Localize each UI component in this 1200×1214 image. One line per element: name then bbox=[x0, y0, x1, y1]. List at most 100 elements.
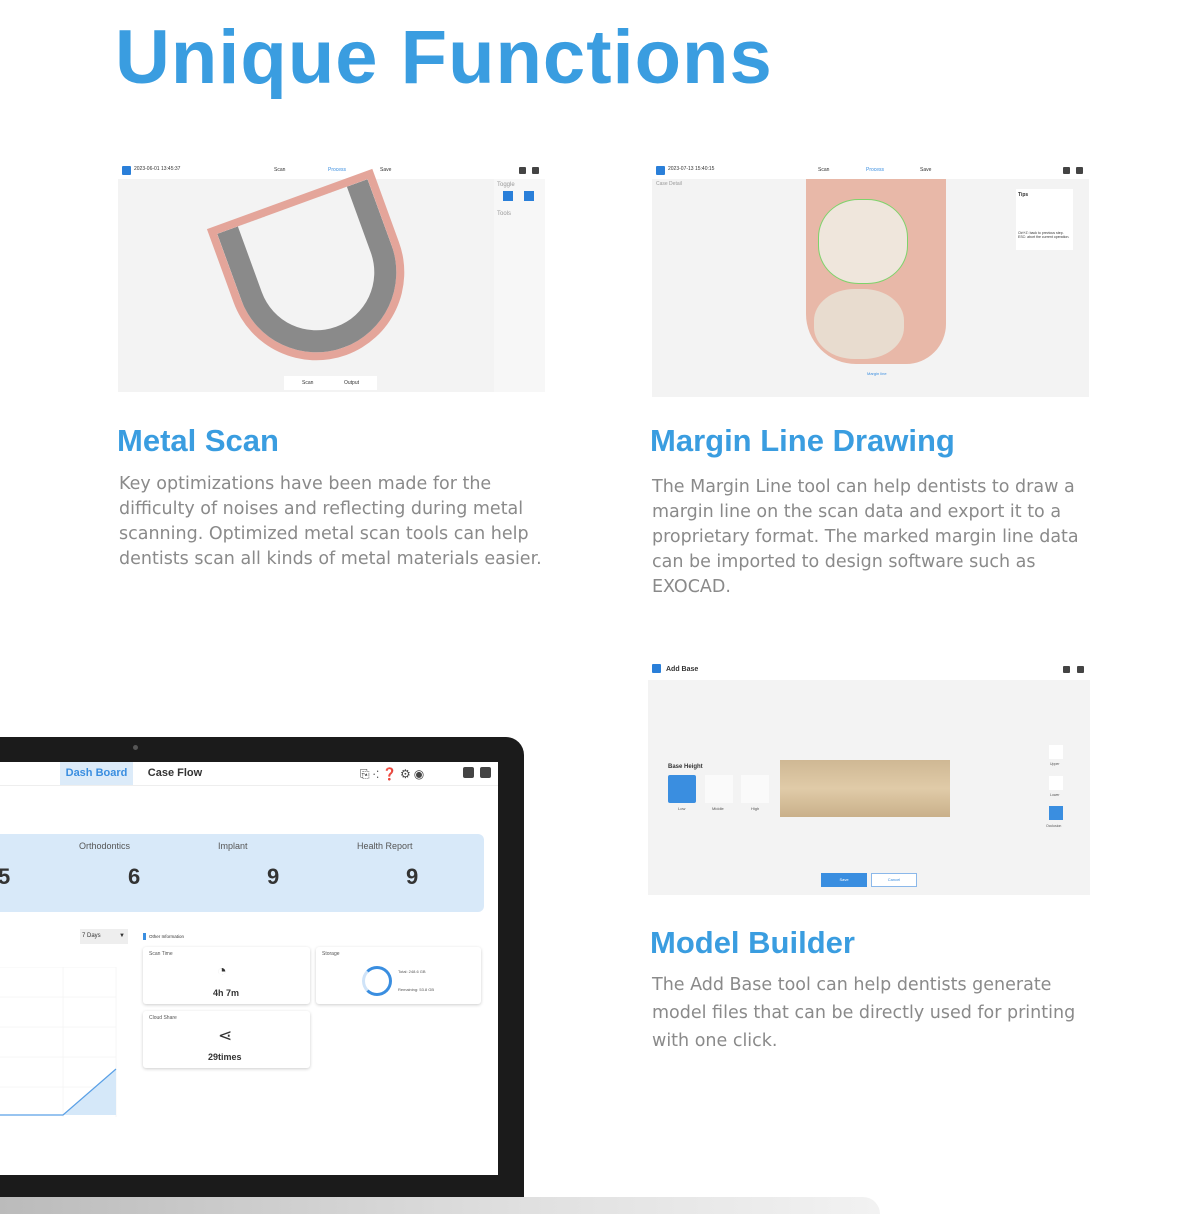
smooth-button[interactable] bbox=[524, 191, 534, 201]
true-color-button[interactable] bbox=[503, 191, 513, 201]
step-save[interactable]: Save bbox=[380, 167, 391, 173]
scan-datetime: 2023-07-13 15:40:15 bbox=[668, 166, 715, 172]
minimize-icon[interactable] bbox=[1063, 167, 1070, 174]
gear-icon[interactable]: ⚙ bbox=[400, 767, 414, 781]
dental-model-preview bbox=[780, 760, 950, 817]
card-label: Storage bbox=[322, 951, 340, 957]
margin-line-tool[interactable]: Margin line bbox=[867, 371, 887, 376]
view-label: Lower bbox=[1050, 793, 1060, 797]
option-label: Low bbox=[678, 806, 686, 811]
base-middle-option[interactable] bbox=[705, 775, 733, 803]
tools-label: Tools bbox=[497, 211, 512, 217]
app-titlebar: Add Base bbox=[648, 660, 1090, 680]
tab-dash-board[interactable]: Dash Board bbox=[60, 762, 133, 785]
stat-label-implant: Implant bbox=[218, 841, 248, 851]
export-icon[interactable]: ⎘ bbox=[360, 767, 373, 781]
close-icon[interactable] bbox=[532, 167, 539, 174]
section-marker bbox=[143, 933, 146, 940]
text-line: EXOCAD. bbox=[652, 577, 731, 597]
range-select[interactable]: 7 Days ▼ bbox=[80, 929, 128, 944]
minimize-icon[interactable] bbox=[1063, 666, 1070, 673]
scan-time-card: Scan Time ◔ 4h 7m bbox=[143, 947, 310, 1004]
app-titlebar: 2023-07-13 15:40:15 Scan Process Save bbox=[652, 162, 1089, 179]
toggle-label: Toggle bbox=[497, 182, 515, 188]
base-low-option[interactable] bbox=[668, 775, 696, 803]
app-logo-icon bbox=[656, 166, 665, 175]
other-info-label: Other Information bbox=[149, 934, 185, 939]
minimize-icon[interactable] bbox=[463, 767, 474, 778]
page-title: Unique Functions bbox=[115, 15, 773, 100]
view-label: Upper bbox=[1050, 762, 1060, 766]
step-scan[interactable]: Scan bbox=[818, 167, 829, 173]
storage-total: Total: 248.6 GB bbox=[398, 969, 426, 974]
text-line: dentists scan all kinds of metal materia… bbox=[119, 549, 542, 569]
close-icon[interactable] bbox=[1076, 167, 1083, 174]
cases-line-chart bbox=[0, 967, 117, 1117]
margin-line-screenshot: 2023-07-13 15:40:15 Scan Process Save Ca… bbox=[652, 162, 1089, 397]
feature-heading-model-builder: Model Builder bbox=[650, 925, 855, 960]
step-process[interactable]: Process bbox=[328, 167, 346, 173]
cloud-share-card: Cloud Share ⋖ 29times bbox=[143, 1011, 310, 1068]
cancel-button[interactable]: Cancel bbox=[871, 873, 917, 887]
area-fill bbox=[0, 1069, 116, 1115]
model-builder-screenshot: Add Base Base Height Low Middle High Upp… bbox=[648, 660, 1090, 895]
scan-button[interactable]: Scan bbox=[302, 380, 313, 386]
close-icon[interactable] bbox=[1077, 666, 1084, 673]
text-line: Key optimizations have been made for the bbox=[119, 474, 492, 494]
case-detail-label: Case Detail bbox=[656, 181, 682, 187]
option-label: Middle bbox=[712, 806, 724, 811]
tab-case-flow[interactable]: Case Flow bbox=[140, 762, 210, 785]
minimize-icon[interactable] bbox=[519, 167, 526, 174]
stat-value-health-report: 9 bbox=[406, 864, 419, 889]
app-logo-icon bbox=[122, 166, 131, 175]
text-line: proprietary format. The marked margin li… bbox=[652, 527, 1079, 547]
share-icon: ⋖ bbox=[218, 1026, 233, 1045]
lower-view-button[interactable] bbox=[1049, 776, 1063, 790]
view-label: Occlusion bbox=[1046, 824, 1062, 828]
stat-value-orthodontics: 6 bbox=[128, 864, 141, 889]
dashboard-screen: Dash Board Case Flow ⎘⁖❓⚙◉ 5 Orthodontic… bbox=[0, 762, 498, 1175]
upper-view-button[interactable] bbox=[1049, 745, 1063, 759]
app-logo-icon bbox=[652, 664, 661, 673]
occlusion-view-button[interactable] bbox=[1049, 806, 1063, 820]
users-icon[interactable]: ⁖ bbox=[373, 767, 382, 781]
text-line: model files that can be directly used fo… bbox=[652, 1003, 1076, 1023]
webcam-icon bbox=[133, 745, 138, 750]
tips-text: Ctrl+Z: back to previous step. ESC: abor… bbox=[1018, 231, 1070, 239]
step-process[interactable]: Process bbox=[866, 167, 884, 173]
step-save[interactable]: Save bbox=[920, 167, 931, 173]
scan-datetime: 2023-06-01 13:45:37 bbox=[134, 166, 181, 172]
user-account-icon[interactable]: ◉ bbox=[414, 767, 427, 781]
scan-time-value: 4h 7m bbox=[213, 988, 240, 998]
storage-card: Storage Total: 248.6 GB Remaining: 53.8 … bbox=[316, 947, 481, 1004]
stat-label-health-report: Health Report bbox=[357, 841, 413, 851]
clock-icon: ◔ bbox=[217, 963, 227, 980]
feature-text-margin-line: The Margin Line tool can help dentists t… bbox=[652, 475, 1079, 600]
close-icon[interactable] bbox=[480, 767, 491, 778]
dropdown-arrow-icon: ▼ bbox=[119, 933, 125, 939]
step-scan[interactable]: Scan bbox=[274, 167, 285, 173]
laptop-base bbox=[0, 1197, 880, 1214]
tips-title: Tips bbox=[1018, 192, 1029, 198]
feature-text-model-builder: The Add Base tool can help dentists gene… bbox=[652, 971, 1075, 1055]
feature-heading-margin-line: Margin Line Drawing bbox=[650, 423, 955, 458]
base-high-option[interactable] bbox=[741, 775, 769, 803]
storage-remaining: Remaining: 53.8 GB bbox=[398, 987, 435, 992]
stats-panel: 5 Orthodontics 6 Implant 9 Health Report… bbox=[0, 834, 484, 912]
help-icon[interactable]: ❓ bbox=[382, 767, 400, 781]
stat-label-orthodontics: Orthodontics bbox=[79, 841, 131, 851]
tooth-model bbox=[806, 179, 946, 364]
cloud-share-value: 29times bbox=[208, 1052, 242, 1062]
card-label: Cloud Share bbox=[149, 1015, 177, 1021]
metal-arch-model bbox=[217, 179, 419, 375]
text-line: margin line on the scan data and export … bbox=[652, 502, 1062, 522]
stat-value: 5 bbox=[0, 864, 11, 889]
output-button[interactable]: Output bbox=[344, 380, 359, 386]
toolbar-icons: ⎘⁖❓⚙◉ bbox=[360, 767, 427, 782]
card-label: Scan Time bbox=[149, 951, 173, 957]
text-line: The Add Base tool can help dentists gene… bbox=[652, 975, 1052, 995]
feature-heading-metal-scan: Metal Scan bbox=[117, 423, 279, 458]
text-line: scanning. Optimized metal scan tools can… bbox=[119, 524, 529, 544]
save-button[interactable]: Save bbox=[821, 873, 867, 887]
base-height-label: Base Height bbox=[668, 764, 703, 770]
